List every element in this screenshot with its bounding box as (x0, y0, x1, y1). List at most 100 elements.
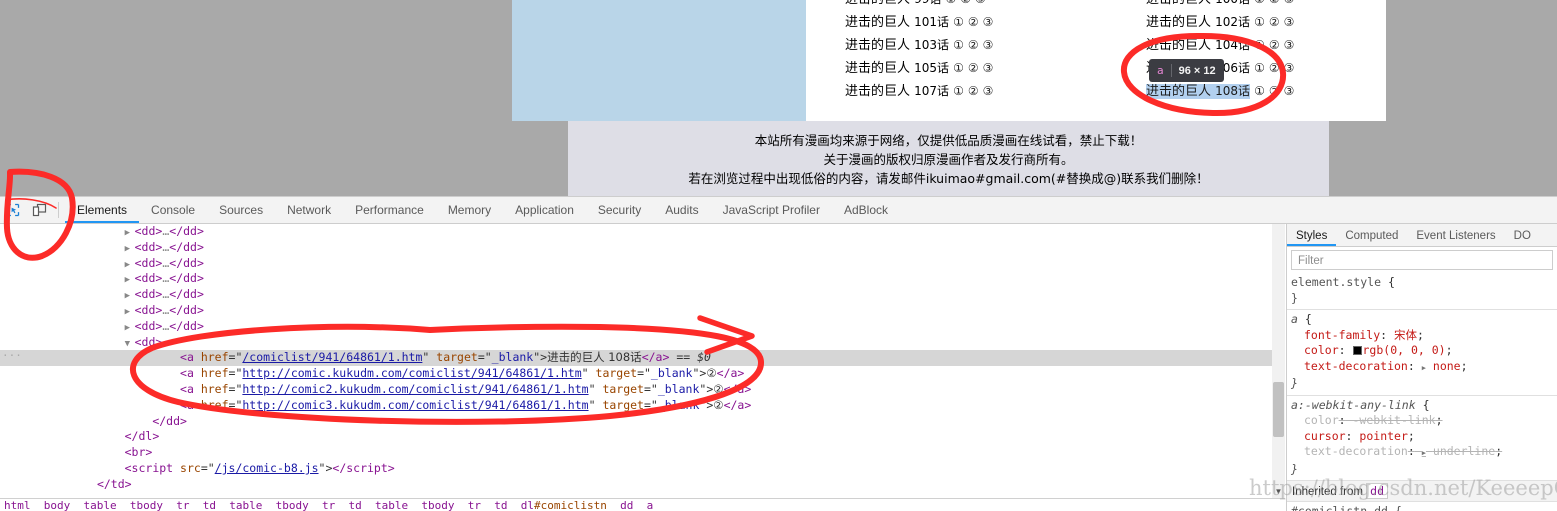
chapter-link[interactable]: 进击的巨人 107话 (845, 84, 949, 99)
mirror-mark[interactable]: ① (953, 61, 964, 75)
dom-node-dd-open[interactable]: ▼ <dd> (0, 335, 1285, 351)
dom-node-dd-collapsed[interactable]: ▶ <dd>…</dd> (0, 303, 1285, 319)
devtools-tab-sources[interactable]: Sources (207, 197, 275, 223)
css-selector[interactable]: element.style { (1291, 275, 1553, 291)
devtools-tab-console[interactable]: Console (139, 197, 207, 223)
mirror-mark[interactable]: ① (1254, 15, 1265, 29)
devtools-tab-elements[interactable]: Elements (65, 197, 139, 223)
css-declaration[interactable]: cursor: pointer; (1291, 429, 1553, 445)
mirror-mark[interactable]: ② (1269, 0, 1280, 6)
dom-node-dd-collapsed[interactable]: ▶ <dd>…</dd> (0, 287, 1285, 303)
css-selector[interactable]: a:-webkit-any-link { (1291, 398, 1553, 414)
styles-tab-do[interactable]: DO (1505, 224, 1540, 246)
chapter-link[interactable]: 进击的巨人 105话 (845, 61, 949, 76)
chapter-row[interactable]: 进击的巨人 108话 ① ② ③ (1146, 80, 1294, 103)
mirror-mark[interactable]: ① (1254, 0, 1265, 6)
expand-arrow-icon[interactable]: ▶ (1422, 449, 1426, 457)
dom-breadcrumb[interactable]: html body table tbody tr td table tbody … (0, 498, 1285, 511)
css-declaration[interactable]: font-family: 宋体; (1291, 328, 1553, 344)
dom-node-td-close[interactable]: </td> (0, 477, 1285, 493)
css-selector[interactable]: a { (1291, 312, 1553, 328)
chapter-row[interactable]: 进击的巨人 101话 ① ② ③ (845, 11, 993, 34)
chapter-link[interactable]: 进击的巨人 99话 (845, 0, 941, 7)
mirror-mark[interactable]: ③ (1284, 84, 1295, 98)
chapter-link[interactable]: 进击的巨人 108话 (1146, 84, 1251, 99)
dom-node-dd-collapsed[interactable]: ▶ <dd>…</dd> (0, 224, 1285, 240)
mirror-mark[interactable]: ① (953, 84, 964, 98)
dom-node-selected-anchor[interactable]: <a href="/comiclist/941/64861/1.htm" tar… (0, 350, 1285, 367)
mirror-mark[interactable]: ① (1254, 38, 1265, 52)
chapter-link[interactable]: 进击的巨人 104话 (1146, 38, 1250, 53)
chapter-link[interactable]: 进击的巨人 103话 (845, 38, 949, 53)
chapter-row[interactable]: 进击的巨人 99话 ①②③ (845, 0, 993, 11)
mirror-mark[interactable]: ② (1269, 38, 1280, 52)
mirror-mark[interactable]: ③ (1284, 61, 1295, 75)
chapter-link[interactable]: 进击的巨人 100话 (1146, 0, 1250, 7)
mirror-mark[interactable]: ③ (975, 0, 986, 6)
inherited-source-tag[interactable]: dd (1366, 483, 1389, 499)
dom-node-anchor[interactable]: <a href="http://comic2.kukudm.com/comicl… (0, 382, 1285, 398)
css-rule[interactable]: element.style {} (1287, 273, 1557, 310)
mirror-mark[interactable]: ② (968, 15, 979, 29)
styles-filter-input[interactable]: Filter (1291, 250, 1553, 270)
mirror-mark[interactable]: ② (1269, 15, 1280, 29)
dom-node-br[interactable]: <br> (0, 445, 1285, 461)
css-declaration[interactable]: text-decoration: ▶ none; (1291, 359, 1553, 377)
mirror-mark[interactable]: ① (1254, 84, 1265, 98)
mirror-mark[interactable]: ② (968, 61, 979, 75)
dom-node-dd-collapsed[interactable]: ▶ <dd>…</dd> (0, 256, 1285, 272)
devtools-tab-network[interactable]: Network (275, 197, 343, 223)
chapter-row[interactable]: 进击的巨人 100话 ①②③ (1146, 0, 1294, 11)
dom-node-dl-close[interactable]: </dl> (0, 429, 1285, 445)
styles-tab-styles[interactable]: Styles (1287, 224, 1336, 246)
styles-tab-event-listeners[interactable]: Event Listeners (1407, 224, 1504, 246)
mirror-mark[interactable]: ① (1254, 61, 1265, 75)
dom-node-dd-close[interactable]: </dd> (0, 414, 1285, 430)
chapter-link[interactable]: 进击的巨人 102话 (1146, 15, 1250, 30)
mirror-mark[interactable]: ② (1269, 84, 1280, 98)
devtools-tab-javascript-profiler[interactable]: JavaScript Profiler (711, 197, 832, 223)
devtools-tab-security[interactable]: Security (586, 197, 653, 223)
chapter-row[interactable]: 进击的巨人 102话 ① ② ③ (1146, 11, 1294, 34)
color-swatch[interactable] (1352, 346, 1362, 355)
mirror-mark[interactable]: ③ (1284, 0, 1295, 6)
devtools-tab-adblock[interactable]: AdBlock (832, 197, 900, 223)
mirror-mark[interactable]: ① (953, 38, 964, 52)
dom-node-dd-collapsed[interactable]: ▶ <dd>…</dd> (0, 240, 1285, 256)
dom-node-dd-collapsed[interactable]: ▶ <dd>…</dd> (0, 271, 1285, 287)
chapter-row[interactable]: 进击的巨人 107话 ① ② ③ (845, 80, 993, 103)
mirror-mark[interactable]: ③ (1284, 38, 1295, 52)
css-declaration[interactable]: color: rgb(0, 0, 0); (1291, 343, 1553, 359)
devtools-tab-audits[interactable]: Audits (653, 197, 710, 223)
chapter-link[interactable]: 进击的巨人 101话 (845, 15, 949, 30)
mirror-mark[interactable]: ③ (983, 38, 994, 52)
devtools-tab-memory[interactable]: Memory (436, 197, 503, 223)
mirror-mark[interactable]: ② (968, 38, 979, 52)
mirror-mark[interactable]: ① (953, 15, 964, 29)
device-toolbar-icon[interactable] (26, 197, 52, 223)
chapter-row[interactable]: 进击的巨人 104话 ① ② ③ (1146, 34, 1294, 57)
mirror-mark[interactable]: ① (945, 0, 956, 6)
css-declaration[interactable]: text-decoration: ▶ underline; (1291, 444, 1553, 462)
devtools-tab-application[interactable]: Application (503, 197, 586, 223)
dom-scrollbar-thumb[interactable] (1273, 382, 1284, 437)
expand-arrow-icon[interactable]: ▶ (1422, 364, 1426, 372)
mirror-mark[interactable]: ② (1269, 61, 1280, 75)
dom-node-script[interactable]: <script src="/js/comic-b8.js"></script> (0, 461, 1285, 477)
dom-node-dd-collapsed[interactable]: ▶ <dd>…</dd> (0, 319, 1285, 335)
css-rule[interactable]: a:-webkit-any-link {color: -webkit-link;… (1287, 396, 1557, 481)
mirror-mark[interactable]: ② (968, 84, 979, 98)
dom-scrollbar-track[interactable] (1272, 224, 1285, 498)
dom-node-anchor[interactable]: <a href="http://comic.kukudm.com/comicli… (0, 366, 1285, 382)
dom-tree[interactable]: ▶ <dd>…</dd> ▶ <dd>…</dd> ▶ <dd>…</dd> ▶ <dd… (0, 224, 1285, 511)
mirror-mark[interactable]: ③ (983, 84, 994, 98)
dom-scroll-down-arrow[interactable]: ▼ (1272, 485, 1285, 498)
mirror-mark[interactable]: ② (960, 0, 971, 6)
mirror-mark[interactable]: ③ (983, 15, 994, 29)
chapter-row[interactable]: 进击的巨人 103话 ① ② ③ (845, 34, 993, 57)
css-declaration[interactable]: color: -webkit-link; (1291, 413, 1553, 429)
devtools-tab-performance[interactable]: Performance (343, 197, 436, 223)
styles-tab-computed[interactable]: Computed (1336, 224, 1407, 246)
mirror-mark[interactable]: ③ (983, 61, 994, 75)
dom-node-anchor[interactable]: <a href="http://comic3.kukudm.com/comicl… (0, 398, 1285, 414)
